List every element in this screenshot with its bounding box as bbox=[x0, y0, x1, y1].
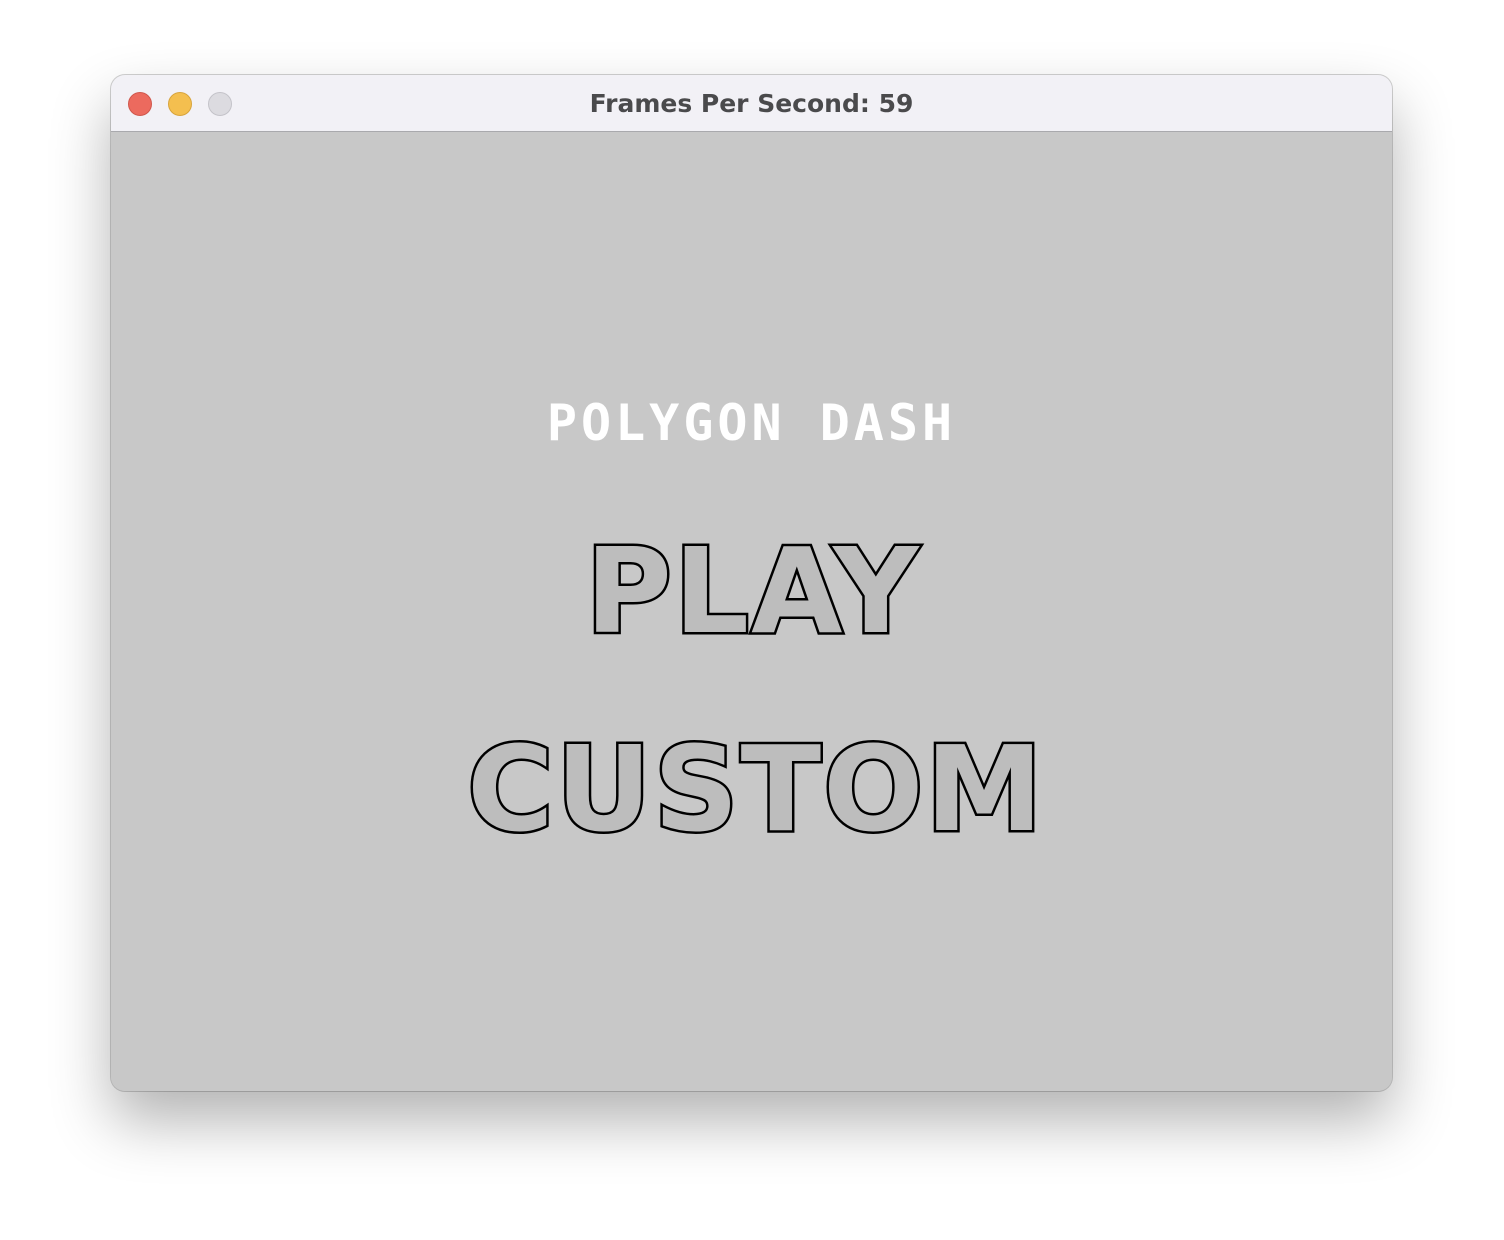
window-title: Frames Per Second: 59 bbox=[589, 89, 914, 118]
title-bar[interactable]: Frames Per Second: 59 bbox=[111, 75, 1392, 132]
custom-button[interactable]: CUSTOM bbox=[465, 718, 1046, 861]
app-window: Frames Per Second: 59 POLYGON DASH PLAY … bbox=[111, 75, 1392, 1091]
play-button[interactable]: PLAY bbox=[583, 520, 921, 663]
game-canvas[interactable]: POLYGON DASH PLAY CUSTOM bbox=[111, 132, 1392, 1091]
menu-layer: PLAY CUSTOM bbox=[465, 520, 1046, 861]
